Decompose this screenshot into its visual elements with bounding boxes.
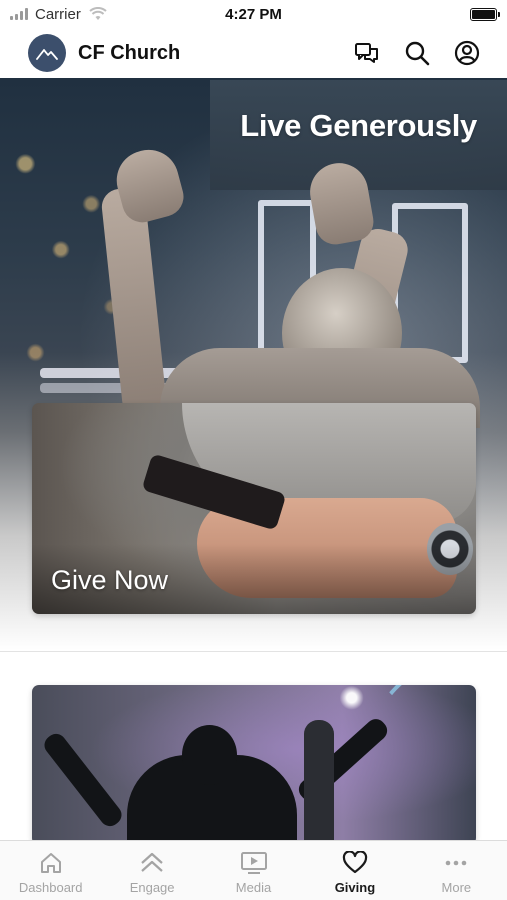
play-screen-icon — [240, 850, 268, 876]
app-header: CF Church — [0, 28, 507, 78]
silhouette-arm-left — [40, 729, 126, 831]
messages-button[interactable] — [353, 39, 381, 67]
battery-icon — [470, 7, 500, 21]
profile-icon — [454, 40, 480, 66]
give-now-label: Give Now — [51, 565, 169, 595]
section-divider — [0, 651, 507, 652]
give-now-card[interactable]: Give Now — [32, 403, 476, 614]
tab-dashboard[interactable]: Dashboard — [0, 841, 101, 900]
signal-icon — [10, 8, 28, 20]
status-left: Carrier — [10, 6, 180, 23]
home-icon — [37, 850, 65, 876]
tab-giving[interactable]: Giving — [304, 841, 405, 900]
stage-ring — [362, 685, 476, 845]
tab-label: Dashboard — [18, 880, 83, 895]
more-dots-icon — [442, 850, 470, 876]
status-right — [327, 7, 500, 21]
mountain-icon — [36, 48, 58, 60]
tab-media[interactable]: Media — [203, 841, 304, 900]
hero-title: Live Generously — [240, 108, 477, 143]
battery-fill — [472, 9, 495, 19]
tab-label: Media — [235, 880, 272, 895]
status-time: 4:27 PM — [225, 5, 282, 23]
wifi-icon — [89, 7, 107, 20]
search-icon — [405, 41, 430, 66]
profile-button[interactable] — [453, 39, 481, 67]
chat-icon — [355, 43, 378, 63]
tab-engage[interactable]: Engage — [101, 841, 202, 900]
carrier-label: Carrier — [35, 5, 81, 23]
church-logo[interactable] — [28, 34, 66, 72]
tab-bar: Dashboard Engage Media Giving More — [0, 840, 507, 900]
tab-more[interactable]: More — [406, 841, 507, 900]
search-button[interactable] — [403, 39, 431, 67]
performer — [304, 720, 334, 845]
header-actions — [353, 39, 481, 67]
tab-label: More — [441, 880, 472, 895]
status-bar: Carrier 4:27 PM — [0, 0, 507, 28]
tab-label: Engage — [129, 880, 175, 895]
stage-frame-right — [392, 203, 468, 363]
chevrons-up-icon — [138, 850, 166, 876]
worship-card[interactable] — [32, 685, 476, 845]
silhouette-head — [182, 725, 237, 785]
tab-label: Giving — [334, 880, 376, 895]
app-title: CF Church — [78, 41, 181, 64]
heart-icon — [341, 850, 369, 876]
